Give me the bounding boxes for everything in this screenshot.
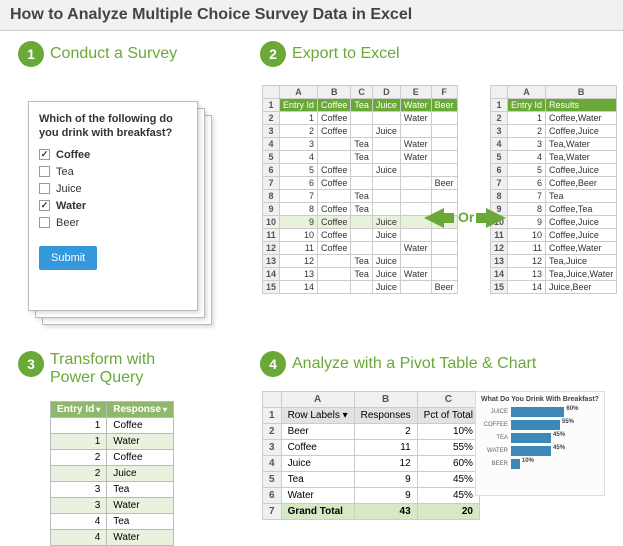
chart-bar [511, 446, 551, 456]
survey-form: Which of the following do you drink with… [28, 101, 198, 311]
arrow-right-icon [486, 208, 506, 228]
chart-value-label: 45% [553, 432, 565, 438]
step4-title: Analyze with a Pivot Table & Chart [292, 355, 536, 373]
chart-value-label: 60% [566, 406, 578, 412]
bar-chart: What Do You Drink With Breakfast? JUICE 6… [475, 391, 605, 496]
chart-category-label: TEA [480, 435, 508, 441]
survey-option[interactable]: Water [39, 200, 187, 212]
export-table-wide: ABCDEF1Entry IdCoffeeTeaJuiceWaterBeer21… [262, 85, 458, 294]
chart-bar [511, 433, 551, 443]
submit-button[interactable]: Submit [39, 246, 97, 270]
chart-category-label: COFFEE [480, 422, 508, 428]
chart-value-label: 45% [553, 445, 565, 451]
chart-bar-row: TEA 45% [480, 433, 600, 443]
transform-table: Entry Id▾Response▾1Coffee1Water2Coffee2J… [50, 401, 174, 546]
step3-num: 3 [18, 351, 44, 377]
pivot-table: ABC1Row Labels ▾ResponsesPct of Total2Be… [262, 391, 480, 520]
chart-value-label: 55% [562, 419, 574, 425]
chart-category-label: JUICE [480, 409, 508, 415]
survey-option[interactable]: Beer [39, 217, 187, 229]
option-label: Coffee [56, 149, 90, 161]
step2-num: 2 [260, 41, 286, 67]
checkbox-icon[interactable] [39, 166, 50, 177]
or-label: Or [458, 209, 474, 225]
chart-bar-row: WATER 45% [480, 446, 600, 456]
option-label: Water [56, 200, 86, 212]
step4-head: 4 Analyze with a Pivot Table & Chart [260, 351, 536, 377]
checkbox-icon[interactable] [39, 200, 50, 211]
option-label: Juice [56, 183, 82, 195]
survey-option[interactable]: Juice [39, 183, 187, 195]
chart-bar [511, 407, 564, 417]
export-table-narrow: AB1Entry IdResults21Coffee,Water32Coffee… [490, 85, 617, 294]
step2-head: 2 Export to Excel [260, 41, 400, 67]
step1-num: 1 [18, 41, 44, 67]
step2-title: Export to Excel [292, 45, 400, 63]
chart-bar-row: COFFEE 55% [480, 420, 600, 430]
chart-bar [511, 459, 520, 469]
option-label: Tea [56, 166, 74, 178]
chart-bar-row: BEER 10% [480, 459, 600, 469]
page-title: How to Analyze Multiple Choice Survey Da… [0, 0, 623, 31]
chart-category-label: WATER [480, 448, 508, 454]
chart-category-label: BEER [480, 461, 508, 467]
content: 1 Conduct a Survey Which of the followin… [0, 31, 623, 531]
survey-question: Which of the following do you drink with… [39, 112, 187, 141]
arrow-left-icon [424, 208, 444, 228]
step3-head: 3 Transform with Power Query [18, 351, 180, 387]
checkbox-icon[interactable] [39, 217, 50, 228]
chart-bar-row: JUICE 60% [480, 407, 600, 417]
step3-title: Transform with Power Query [50, 351, 180, 387]
chart-bar [511, 420, 560, 430]
step4-num: 4 [260, 351, 286, 377]
survey-option[interactable]: Coffee [39, 149, 187, 161]
step1-head: 1 Conduct a Survey [18, 41, 177, 67]
option-label: Beer [56, 217, 79, 229]
survey-option[interactable]: Tea [39, 166, 187, 178]
step1-title: Conduct a Survey [50, 45, 177, 63]
chart-value-label: 10% [522, 458, 534, 464]
checkbox-icon[interactable] [39, 183, 50, 194]
checkbox-icon[interactable] [39, 149, 50, 160]
chart-title: What Do You Drink With Breakfast? [480, 396, 600, 403]
